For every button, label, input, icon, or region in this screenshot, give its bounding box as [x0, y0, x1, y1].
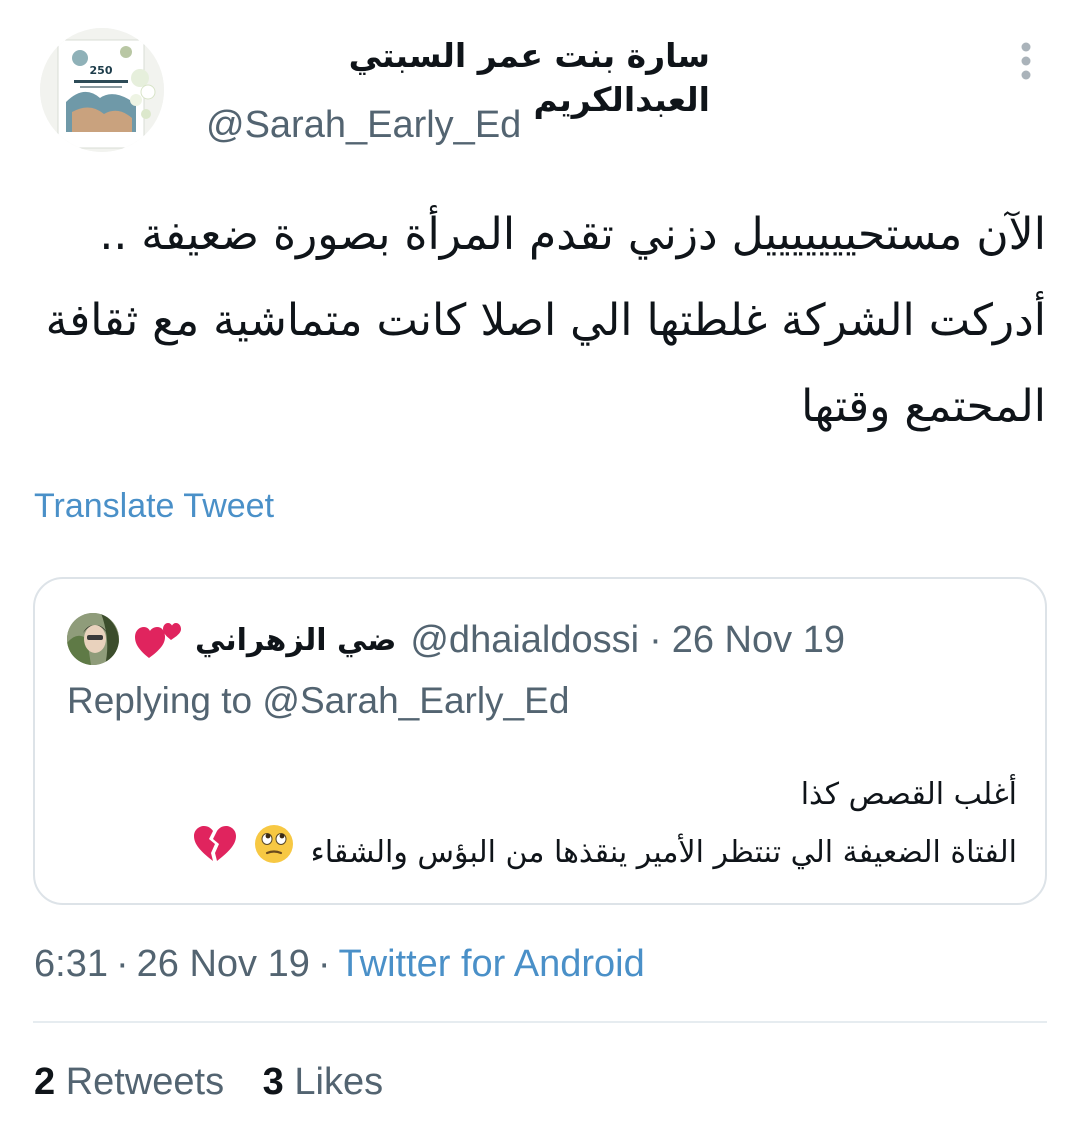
tweet-date[interactable]: 26 Nov 19 — [137, 943, 310, 985]
quoted-tweet-header: ضي الزهراني @dhaialdossi · 26 Nov 19 — [133, 615, 845, 665]
author-avatar[interactable]: 250 — [40, 28, 164, 152]
quoted-text-line-2-text: الفتاة الضعيفة الي تنتظر الأمير ينقذها م… — [310, 835, 1017, 870]
quoted-author-avatar[interactable] — [67, 613, 119, 665]
two-hearts-icon — [133, 618, 183, 662]
book-cover-avatar-icon: 250 — [40, 28, 164, 152]
tweet-stats: 2 Retweets 3 Likes — [34, 1058, 383, 1106]
quoted-text-line-2: الفتاة الضعيفة الي تنتظر الأمير ينقذها م… — [67, 823, 1017, 884]
more-options-button[interactable] — [1004, 36, 1048, 86]
face-with-rolling-eyes-icon — [253, 823, 295, 884]
translate-tweet-link[interactable]: Translate Tweet — [34, 484, 274, 528]
author-handle[interactable]: @Sarah_Early_Ed — [206, 100, 521, 150]
book-cover-number: 250 — [90, 64, 113, 77]
quoted-tweet-text: أغلب القصص كذا الفتاة الضعيفة الي تنتظر … — [67, 767, 1017, 884]
quoted-author-name[interactable]: ضي الزهراني — [195, 623, 396, 658]
retweets-count: 2 — [34, 1061, 56, 1103]
vertical-dots-icon — [1021, 42, 1031, 80]
broken-heart-icon — [192, 823, 238, 884]
retweets-label: Retweets — [65, 1061, 225, 1103]
portrait-avatar-icon — [67, 613, 119, 665]
tweet-text: الآن مستحيييييييل دزني تقدم المرأة بصورة… — [45, 209, 1046, 432]
quoted-tweet-card[interactable]: ضي الزهراني @dhaialdossi · 26 Nov 19 Rep… — [33, 577, 1047, 905]
header-separator: · — [649, 618, 662, 661]
retweets-stat[interactable]: 2 Retweets — [34, 1058, 224, 1106]
divider — [33, 1021, 1047, 1023]
likes-stat[interactable]: 3 Likes — [263, 1058, 383, 1106]
quoted-text-line-1: أغلب القصص كذا — [800, 777, 1017, 812]
quoted-tweet-date: 26 Nov 19 — [671, 618, 845, 661]
replying-to-mention[interactable]: @Sarah_Early_Ed — [262, 680, 569, 721]
tweet-source-link[interactable]: Twitter for Android — [339, 943, 645, 985]
likes-label: Likes — [294, 1061, 384, 1103]
replying-to-line: Replying to @Sarah_Early_Ed — [67, 677, 569, 725]
replying-to-label: Replying to — [67, 680, 253, 721]
tweet-meta: 6:31 · 26 Nov 19 · Twitter for Android — [34, 940, 645, 988]
quoted-author-handle[interactable]: @dhaialdossi — [410, 619, 639, 662]
meta-separator: · — [115, 943, 129, 985]
likes-count: 3 — [262, 1061, 284, 1103]
meta-separator: · — [317, 943, 331, 985]
tweet-time[interactable]: 6:31 — [34, 943, 108, 985]
